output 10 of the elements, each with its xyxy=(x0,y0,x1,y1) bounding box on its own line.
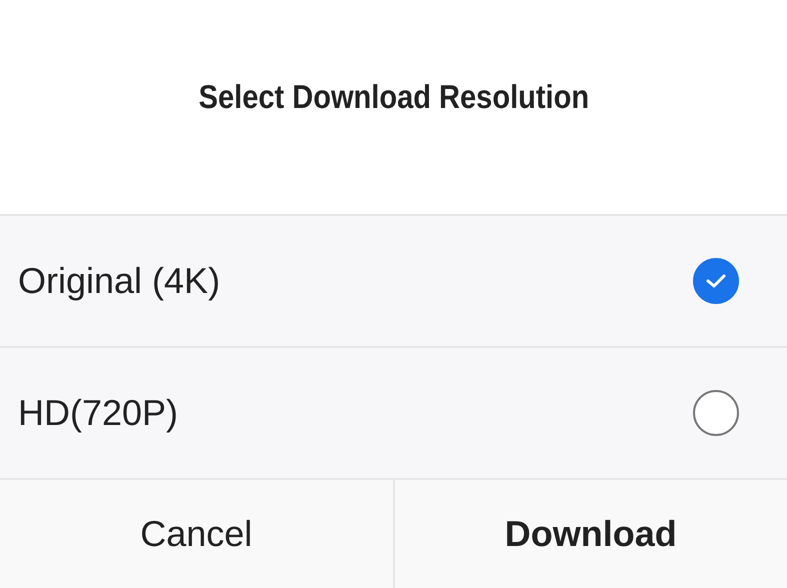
resolution-option[interactable]: HD(720P) xyxy=(0,346,787,478)
dialog-title: Select Download Resolution xyxy=(198,77,589,118)
download-button[interactable]: Download xyxy=(392,480,787,588)
check-icon xyxy=(705,272,727,290)
option-label: HD(720P) xyxy=(18,391,178,435)
resolution-option[interactable]: Original (4K) xyxy=(0,214,787,346)
cancel-button[interactable]: Cancel xyxy=(0,480,392,588)
radio-button[interactable] xyxy=(693,258,739,304)
option-label: Original (4K) xyxy=(18,259,220,303)
radio-button[interactable] xyxy=(693,390,739,436)
